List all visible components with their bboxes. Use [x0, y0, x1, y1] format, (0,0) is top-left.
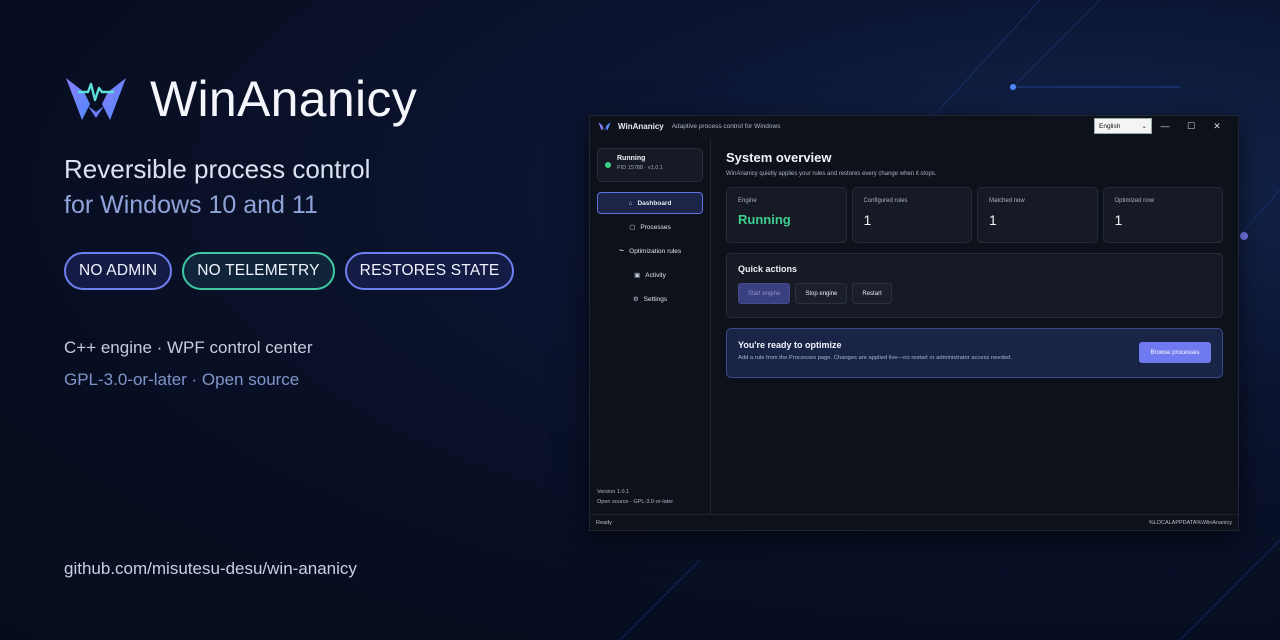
sidebar-item-dashboard[interactable]: ⌂ Dashboard: [597, 192, 703, 214]
browse-processes-button[interactable]: Browse processes: [1139, 342, 1211, 363]
stat-value: Running: [738, 212, 791, 227]
chip-no-admin: NO ADMIN: [64, 252, 173, 290]
stat-card-optimized-now: Optimized now 1: [1102, 187, 1223, 243]
brand: WinAnanicy: [64, 70, 524, 128]
sidebar-item-label: Dashboard: [637, 199, 672, 207]
repo-link[interactable]: github.com/misutesu-desu/win-ananicy: [64, 559, 357, 579]
sidebar-item-label: Optimization rules: [629, 247, 682, 255]
title-bar[interactable]: WinAnanicy Adaptive process control for …: [590, 116, 1238, 136]
gear-icon: ⚙: [632, 296, 639, 303]
sidebar: Running PID 15788 · v1.0.1 ⌂ Dashboard ▢…: [590, 138, 711, 514]
w-heartbeat-logo-icon: [66, 78, 126, 120]
ready-callout: You're ready to optimize Add a rule from…: [726, 328, 1223, 378]
language-select[interactable]: English ⌄: [1094, 118, 1152, 134]
status-bar-left: Ready: [596, 519, 612, 526]
chip-restores-state: RESTORES STATE: [344, 252, 515, 290]
chevron-down-icon: ⌄: [1141, 123, 1147, 130]
feature-chips: NO ADMIN NO TELEMETRY RESTORES STATE: [64, 252, 524, 290]
status-bar: Ready %LOCALAPPDATA%\WinAnanicy: [590, 514, 1238, 530]
sidebar-item-processes[interactable]: ▢ Processes: [597, 216, 703, 238]
maximize-button[interactable]: ☐: [1178, 121, 1204, 132]
quick-actions-buttons: Start engine Stop engine Restart: [738, 283, 1211, 304]
sidebar-item-settings[interactable]: ⚙ Settings: [597, 288, 703, 310]
stat-value: 1: [989, 212, 997, 228]
tech-line1: C++ engine · WPF control center: [64, 338, 313, 357]
stat-card-engine: Engine Running: [726, 187, 847, 243]
chip-no-telemetry: NO TELEMETRY: [182, 252, 335, 290]
tagline-line2: for Windows 10 and 11: [64, 191, 318, 219]
tech-line2: GPL-3.0-or-later · Open source: [64, 370, 300, 389]
window-subtitle: Adaptive process control for Windows: [671, 122, 781, 130]
status-bar-path: %LOCALAPPDATA%\WinAnanicy: [1148, 519, 1232, 526]
quick-actions-card: Quick actions Start engine Stop engine R…: [726, 253, 1223, 318]
activity-icon: ▣: [634, 272, 641, 279]
stat-value: 1: [1114, 212, 1123, 228]
app-logo-icon: [598, 121, 611, 131]
sidebar-item-optimization-rules[interactable]: ⏦ Optimization rules: [597, 240, 703, 262]
version-text: Version 1.0.1: [597, 489, 630, 495]
stat-card-configured-rules: Configured rules 1: [851, 187, 972, 243]
page-title: System overview: [726, 150, 832, 165]
stat-label: Engine: [738, 198, 757, 204]
engine-status-card: Running PID 15788 · v1.0.1: [597, 148, 703, 182]
license-text: Open source · GPL-3.0-or-later: [597, 499, 674, 505]
page-description: WinAnanicy quietly applies your rules an…: [726, 171, 937, 177]
stats-row: Engine Running Configured rules 1 Matche…: [726, 187, 1223, 243]
sidebar-footer: Version 1.0.1 Open source · GPL-3.0-or-l…: [597, 487, 673, 507]
sidebar-nav: ⌂ Dashboard ▢ Processes ⏦ Optimization r…: [597, 192, 703, 310]
tagline-line1: Reversible process control: [64, 154, 371, 184]
stat-label: Optimized now: [1114, 198, 1155, 204]
status-title: Running: [617, 155, 646, 162]
stat-card-matched-now: Matched now 1: [977, 187, 1098, 243]
home-icon: ⌂: [628, 199, 633, 207]
hero-section: WinAnanicy Reversible process control fo…: [64, 70, 524, 390]
stat-label: Matched now: [989, 198, 1025, 204]
minimize-button[interactable]: —: [1152, 121, 1178, 131]
language-value: English: [1099, 122, 1121, 130]
window-app-name: WinAnanicy: [618, 121, 664, 131]
sidebar-item-activity[interactable]: ▣ Activity: [597, 264, 703, 286]
restart-button[interactable]: Restart: [852, 283, 892, 304]
product-title: WinAnanicy: [150, 71, 417, 127]
quick-actions-title: Quick actions: [738, 264, 798, 274]
close-button[interactable]: ✕: [1204, 121, 1230, 132]
square-icon: ▢: [629, 224, 636, 231]
stop-engine-button[interactable]: Stop engine: [795, 283, 848, 304]
sidebar-item-label: Settings: [643, 295, 668, 303]
app-window: WinAnanicy Adaptive process control for …: [589, 115, 1239, 531]
start-engine-button[interactable]: Start engine: [738, 283, 791, 304]
stat-label: Configured rules: [863, 198, 908, 204]
rules-icon: ⏦: [618, 247, 625, 254]
sidebar-item-label: Activity: [645, 271, 666, 279]
main-content: System overview WinAnanicy quietly appli…: [711, 138, 1238, 514]
status-dot: [605, 162, 611, 168]
stat-value: 1: [863, 212, 872, 228]
sidebar-item-label: Processes: [640, 223, 671, 231]
status-pid: PID 15788 · v1.0.1: [617, 165, 663, 171]
